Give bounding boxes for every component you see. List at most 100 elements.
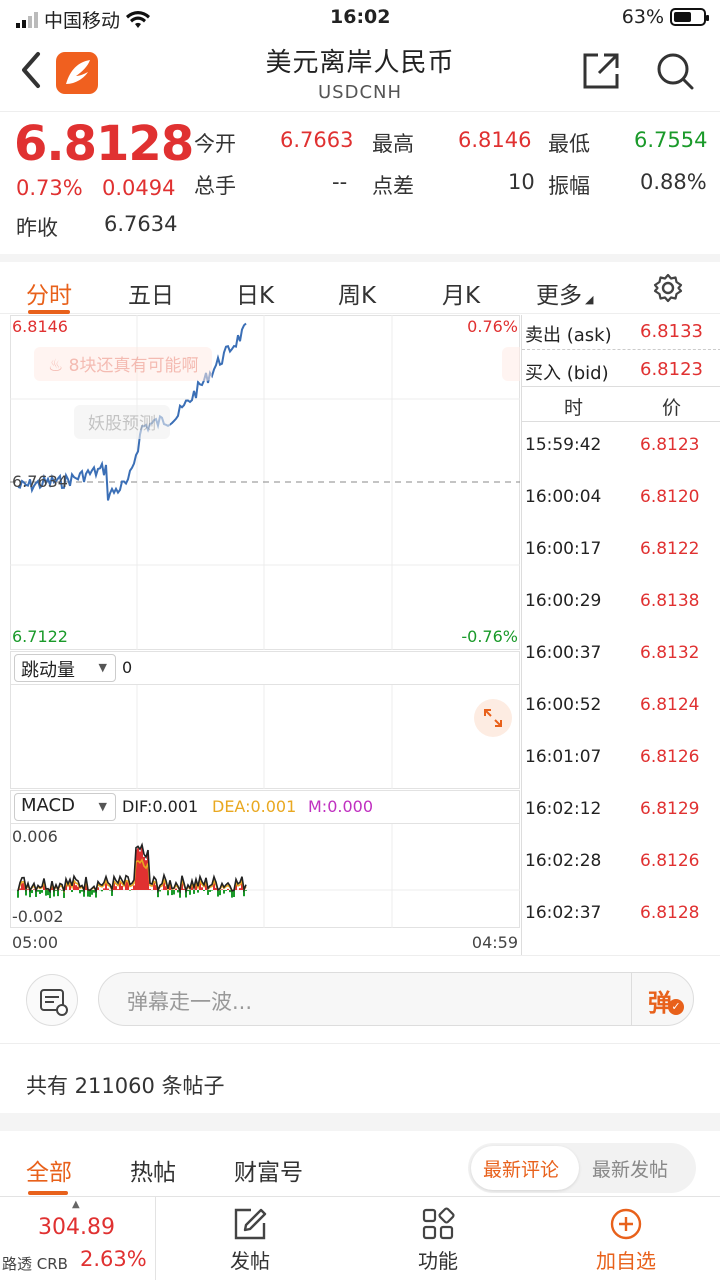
tick-price: 6.8126 [640, 747, 700, 767]
post-button[interactable]: 发帖 [156, 1197, 344, 1280]
tick-time: 16:00:52 [525, 695, 602, 715]
tick-time: 16:02:28 [525, 851, 602, 871]
active-feed-tab-indicator [28, 1191, 68, 1195]
watermark-edge [502, 347, 520, 381]
post-label: 发帖 [230, 1249, 270, 1273]
dropdown-caret-icon: ▼ [98, 661, 107, 674]
dea-line [17, 858, 247, 894]
clock: 16:02 [330, 6, 391, 28]
open-label: 今开 [194, 132, 236, 156]
bottom-toolbar: ▲ 304.89 路透 CRB 2.63% 发帖 功能 加自选 [0, 1196, 720, 1280]
section-divider [0, 1113, 720, 1131]
share-icon[interactable] [582, 52, 620, 90]
tab-monthly-k[interactable]: 月K [442, 276, 480, 310]
sort-latest-post[interactable]: 最新发帖 [580, 1146, 692, 1190]
battery-indicator: 63% [621, 6, 709, 28]
functions-button[interactable]: 功能 [344, 1197, 532, 1280]
sort-latest-comment-label: 最新评论 [483, 1159, 560, 1181]
macd-gridlines [10, 824, 520, 928]
y-min-label: 6.7122 [12, 627, 68, 646]
bid-price: 6.8123 [640, 359, 703, 380]
carrier-indicator: 中国移动 [16, 6, 151, 33]
tick-price: 6.8126 [640, 851, 700, 871]
sort-segmented-control: 最新评论 最新发帖 [468, 1143, 696, 1193]
macd-max-label: 0.006 [12, 827, 58, 846]
danmu-send-label: 弹 [648, 989, 672, 1017]
volume-indicator-label: 跳动量 [21, 660, 75, 681]
feed-tab-hot[interactable]: 热帖 [130, 1153, 176, 1187]
tab-intraday[interactable]: 分时 [26, 276, 72, 310]
sort-latest-comment[interactable]: 最新评论 [471, 1146, 579, 1190]
battery-percent: 63% [621, 6, 664, 28]
nav-header: 美元离岸人民币 USDCNH [0, 36, 720, 112]
search-icon[interactable] [656, 52, 694, 90]
tick-price: 6.8132 [640, 643, 700, 663]
low-value: 6.7554 [634, 128, 708, 152]
tab-more-label: 更多 [536, 283, 582, 309]
tick-time: 16:02:37 [525, 903, 602, 923]
y-mid-label: 6.7634 [12, 472, 68, 491]
tab-5day[interactable]: 五日 [128, 276, 174, 310]
feed-tab-all[interactable]: 全部 [26, 1153, 72, 1187]
danmu-send-button[interactable]: 弹 ✓ [631, 973, 693, 1025]
active-tab-indicator [28, 310, 70, 314]
macd-min-label: -0.002 [12, 907, 64, 926]
m-value: M:0.000 [308, 797, 373, 816]
x-start-label: 05:00 [12, 933, 59, 952]
fire-icon: ♨ [48, 356, 64, 376]
tick-header-divider [522, 386, 720, 387]
volume-indicator-select[interactable]: 跳动量 ▼ [14, 654, 116, 682]
orderbook-panel: 卖出 (ask) 6.8133 买入 (bid) 6.8123 时 价 15:5… [521, 315, 720, 955]
index-name: 路透 CRB [2, 1255, 68, 1273]
tick-price: 6.8124 [640, 695, 700, 715]
functions-label: 功能 [418, 1249, 458, 1273]
index-ticker[interactable]: ▲ 304.89 路透 CRB 2.63% [0, 1197, 156, 1280]
tick-col-time: 时 [564, 397, 584, 419]
tick-price: 6.8138 [640, 591, 700, 611]
tick-price: 6.8129 [640, 799, 700, 819]
tick-col-price: 价 [662, 397, 682, 419]
period-tabs: 分时 五日 日K 周K 月K 更多 ◢ [0, 254, 720, 314]
battery-icon [670, 8, 709, 26]
ask-price: 6.8133 [640, 321, 703, 342]
tick-time: 16:01:07 [525, 747, 602, 767]
tick-price: 6.8123 [640, 435, 700, 455]
volume-label: 总手 [194, 174, 236, 198]
bid-label: 买入 (bid) [525, 363, 609, 384]
tick-time: 16:00:37 [525, 643, 602, 663]
watermark-tag: 妖股预测 [74, 405, 170, 439]
tick-time: 16:00:04 [525, 487, 602, 507]
edit-icon [233, 1207, 267, 1245]
feed-tab-fortune[interactable]: 财富号 [234, 1153, 303, 1187]
watermark-post: ♨ 8块还真有可能啊 [34, 347, 213, 381]
danmu-settings-icon[interactable] [26, 974, 78, 1026]
posts-count: 共有 211060 条帖子 [26, 1074, 225, 1098]
settings-gear-icon[interactable] [652, 272, 684, 308]
open-value: 6.7663 [280, 128, 354, 152]
volume-gridlines [136, 685, 393, 789]
ask-label: 卖出 (ask) [525, 325, 612, 346]
macd-indicator-label: MACD [21, 795, 75, 816]
tab-daily-k[interactable]: 日K [236, 276, 274, 310]
danmu-input[interactable]: 弹幕走一波... 弹 ✓ [98, 972, 694, 1026]
volume-value: -- [332, 170, 348, 194]
amplitude-value: 0.88% [640, 170, 707, 194]
macd-panel-frame [10, 823, 520, 928]
danmu-placeholder: 弹幕走一波... [127, 990, 253, 1014]
sort-latest-post-label: 最新发帖 [592, 1159, 669, 1181]
add-watchlist-button[interactable]: 加自选 [532, 1197, 720, 1280]
spread-value: 10 [508, 170, 535, 194]
tick-price: 6.8128 [640, 903, 700, 923]
amplitude-label: 振幅 [548, 174, 590, 198]
expand-icon[interactable] [474, 699, 512, 737]
tab-more[interactable]: 更多 ◢ [536, 276, 593, 310]
tab-weekly-k[interactable]: 周K [338, 276, 376, 310]
macd-indicator-select[interactable]: MACD ▼ [14, 793, 116, 821]
intraday-chart[interactable]: 6.8146 0.76% 6.7634 6.7122 -0.76% ♨ 8块还真… [10, 315, 520, 955]
prev-close-value: 6.7634 [104, 212, 178, 236]
spread-label: 点差 [372, 174, 414, 198]
tick-time: 16:00:29 [525, 591, 602, 611]
change-percent: 0.73% [16, 176, 83, 200]
grid-icon [421, 1207, 455, 1245]
prev-close-label: 昨收 [16, 216, 58, 240]
